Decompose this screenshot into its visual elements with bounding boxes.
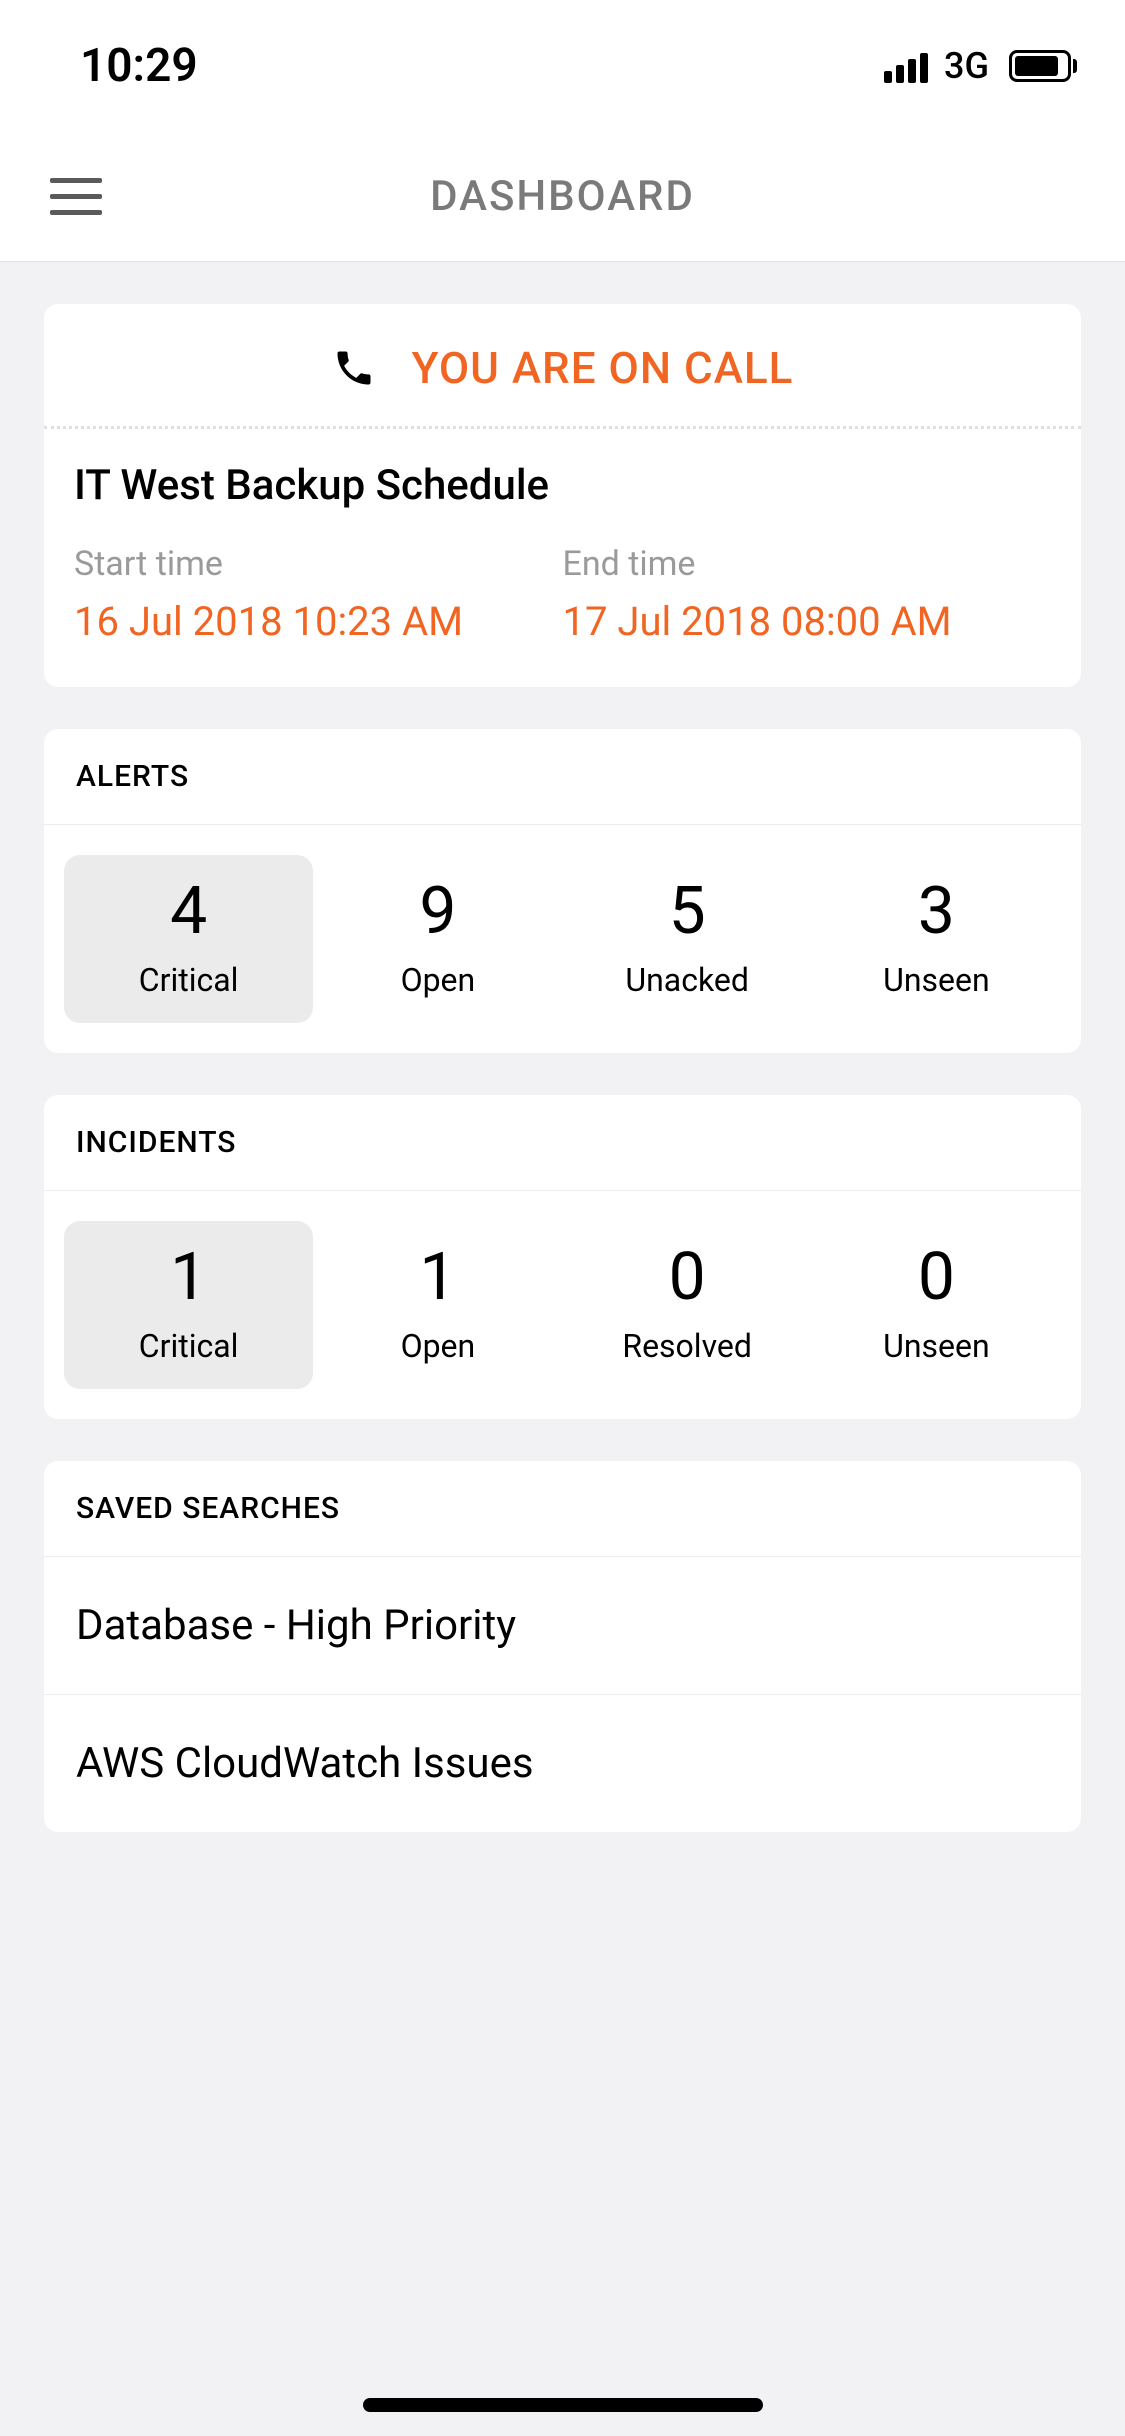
schedule-name: IT West Backup Schedule xyxy=(74,461,1051,510)
alerts-open-label: Open xyxy=(401,961,476,999)
incidents-critical-label: Critical xyxy=(139,1327,239,1365)
alerts-critical-count: 4 xyxy=(170,879,207,945)
alerts-stat-unacked[interactable]: 5 Unacked xyxy=(563,855,812,1023)
incidents-stat-unseen[interactable]: 0 Unseen xyxy=(812,1221,1061,1389)
menu-icon[interactable] xyxy=(50,178,102,215)
end-time-label: End time xyxy=(563,544,1052,584)
network-type: 3G xyxy=(944,45,989,87)
alerts-card: ALERTS 4 Critical 9 Open 5 Unacked 3 Uns… xyxy=(44,729,1081,1053)
saved-searches-list: Database - High Priority AWS CloudWatch … xyxy=(44,1557,1081,1832)
alerts-stat-unseen[interactable]: 3 Unseen xyxy=(812,855,1061,1023)
incidents-stat-resolved[interactable]: 0 Resolved xyxy=(563,1221,812,1389)
incidents-card: INCIDENTS 1 Critical 1 Open 0 Resolved 0… xyxy=(44,1095,1081,1419)
end-time-value: 17 Jul 2018 08:00 AM xyxy=(563,598,1052,645)
incidents-stat-open[interactable]: 1 Open xyxy=(313,1221,562,1389)
incidents-critical-count: 1 xyxy=(170,1245,207,1311)
end-time-block: End time 17 Jul 2018 08:00 AM xyxy=(563,544,1052,645)
alerts-header: ALERTS xyxy=(44,729,1081,825)
oncall-card: YOU ARE ON CALL IT West Backup Schedule … xyxy=(44,304,1081,687)
oncall-status-text: YOU ARE ON CALL xyxy=(412,342,794,394)
incidents-unseen-label: Unseen xyxy=(883,1327,990,1365)
incidents-resolved-label: Resolved xyxy=(622,1327,752,1365)
saved-search-item[interactable]: Database - High Priority xyxy=(44,1557,1081,1695)
saved-search-item[interactable]: AWS CloudWatch Issues xyxy=(44,1695,1081,1832)
alerts-unacked-label: Unacked xyxy=(625,961,749,999)
content-area: YOU ARE ON CALL IT West Backup Schedule … xyxy=(0,262,1125,1874)
saved-searches-header: SAVED SEARCHES xyxy=(44,1461,1081,1557)
incidents-open-count: 1 xyxy=(419,1245,456,1311)
status-indicators: 3G xyxy=(884,45,1077,87)
incidents-stat-critical[interactable]: 1 Critical xyxy=(64,1221,313,1389)
phone-icon xyxy=(332,346,376,390)
alerts-unseen-label: Unseen xyxy=(883,961,990,999)
status-bar: 10:29 3G xyxy=(0,0,1125,132)
start-time-value: 16 Jul 2018 10:23 AM xyxy=(74,598,563,645)
signal-bars-icon xyxy=(884,49,928,83)
nav-bar: DASHBOARD xyxy=(0,132,1125,262)
alerts-critical-label: Critical xyxy=(139,961,239,999)
incidents-open-label: Open xyxy=(401,1327,476,1365)
schedule-details[interactable]: IT West Backup Schedule Start time 16 Ju… xyxy=(44,429,1081,687)
incidents-resolved-count: 0 xyxy=(669,1245,706,1311)
alerts-stat-open[interactable]: 9 Open xyxy=(313,855,562,1023)
incidents-stats-row: 1 Critical 1 Open 0 Resolved 0 Unseen xyxy=(44,1191,1081,1419)
home-indicator[interactable] xyxy=(363,2398,763,2412)
incidents-header: INCIDENTS xyxy=(44,1095,1081,1191)
alerts-stats-row: 4 Critical 9 Open 5 Unacked 3 Unseen xyxy=(44,825,1081,1053)
alerts-unacked-count: 5 xyxy=(669,879,706,945)
alerts-stat-critical[interactable]: 4 Critical xyxy=(64,855,313,1023)
status-time: 10:29 xyxy=(80,39,198,93)
saved-searches-card: SAVED SEARCHES Database - High Priority … xyxy=(44,1461,1081,1832)
incidents-unseen-count: 0 xyxy=(918,1245,955,1311)
start-time-block: Start time 16 Jul 2018 10:23 AM xyxy=(74,544,563,645)
start-time-label: Start time xyxy=(74,544,563,584)
page-title: DASHBOARD xyxy=(430,172,695,221)
battery-icon xyxy=(1009,50,1077,82)
oncall-header[interactable]: YOU ARE ON CALL xyxy=(44,304,1081,429)
alerts-open-count: 9 xyxy=(419,879,456,945)
alerts-unseen-count: 3 xyxy=(918,879,955,945)
